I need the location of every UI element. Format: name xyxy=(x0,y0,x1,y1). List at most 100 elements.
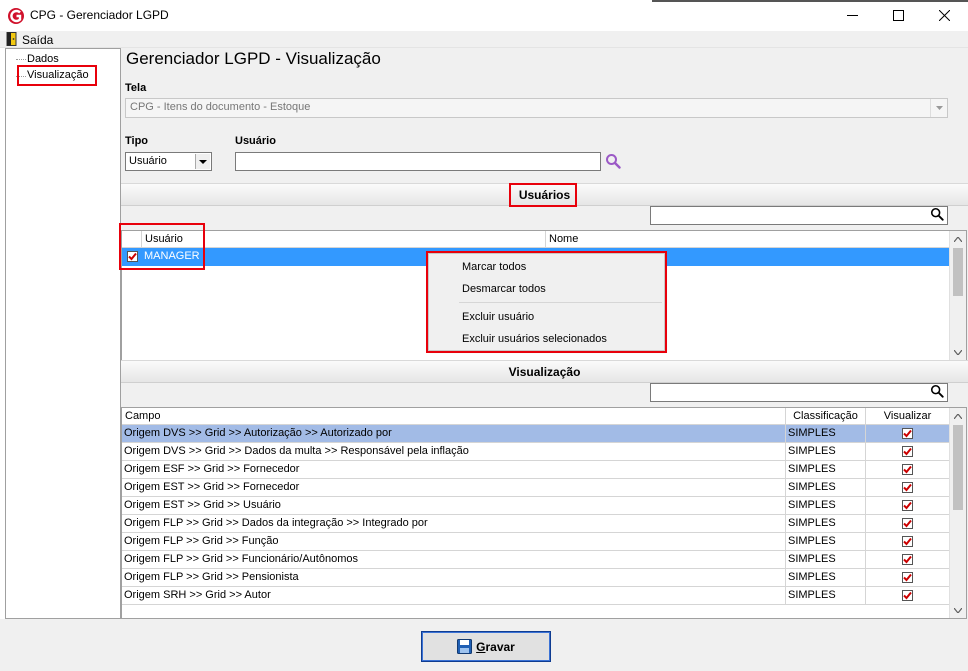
table-row[interactable]: Origem DVS >> Grid >> Autorização >> Aut… xyxy=(122,425,950,443)
row-checkbox[interactable] xyxy=(126,250,138,262)
visualizar-cell[interactable] xyxy=(866,569,950,587)
page-title: Gerenciador LGPD - Visualização xyxy=(126,49,381,68)
column-header-campo[interactable]: Campo xyxy=(122,408,786,425)
visualizar-cell[interactable] xyxy=(866,443,950,461)
table-row[interactable]: Origem FLP >> Grid >> Pensionista SIMPLES xyxy=(122,569,950,587)
column-header-classificacao[interactable]: Classificação xyxy=(786,408,866,425)
check-mark-icon xyxy=(903,519,912,528)
scroll-up-icon[interactable] xyxy=(950,408,966,424)
campo-cell: Origem EST >> Grid >> Usuário xyxy=(122,497,786,515)
minimize-icon xyxy=(846,15,858,16)
search-icon[interactable] xyxy=(930,207,944,221)
visualizar-cell[interactable] xyxy=(866,479,950,497)
scroll-down-icon[interactable] xyxy=(950,344,966,360)
usuarios-section-header: Usuários xyxy=(121,183,968,206)
check-mark-icon xyxy=(127,252,137,261)
tree-item-dados[interactable]: Dados xyxy=(27,53,59,65)
visualizar-checkbox[interactable] xyxy=(902,553,913,565)
campo-cell: Origem DVS >> Grid >> Dados da multa >> … xyxy=(122,443,786,461)
tree-item-visualizacao[interactable]: Visualização xyxy=(27,69,89,81)
scroll-down-icon[interactable] xyxy=(950,602,966,618)
table-row[interactable]: Origem FLP >> Grid >> Função SIMPLES xyxy=(122,533,950,551)
exit-menu-item[interactable]: Saída xyxy=(22,33,53,47)
menu-item-excluir-selecionados[interactable]: Excluir usuários selecionados xyxy=(462,333,607,345)
minimize-button[interactable] xyxy=(829,0,875,31)
tipo-select[interactable]: Usuário xyxy=(125,152,212,171)
visualizar-cell[interactable] xyxy=(866,497,950,515)
column-header-usuario[interactable]: Usuário xyxy=(142,231,546,248)
classificacao-cell: SIMPLES xyxy=(786,533,866,551)
visualizacao-scrollbar[interactable] xyxy=(949,408,966,618)
table-row[interactable]: Origem DVS >> Grid >> Dados da multa >> … xyxy=(122,443,950,461)
visualizar-checkbox[interactable] xyxy=(902,427,913,439)
column-header-nome[interactable]: Nome xyxy=(546,231,950,248)
usuarios-section-title: Usuários xyxy=(518,187,571,202)
table-row[interactable]: Origem EST >> Grid >> Fornecedor SIMPLES xyxy=(122,479,950,497)
menu-bar: Saída xyxy=(0,31,968,48)
tela-select[interactable]: CPG - Itens do documento - Estoque xyxy=(125,98,948,118)
check-mark-icon xyxy=(903,573,912,582)
scroll-up-icon[interactable] xyxy=(950,231,966,247)
table-row[interactable]: Origem ESF >> Grid >> Fornecedor SIMPLES xyxy=(122,461,950,479)
usuarios-filter-input[interactable] xyxy=(650,206,948,225)
visualizar-checkbox[interactable] xyxy=(902,535,913,547)
table-row[interactable]: Origem FLP >> Grid >> Funcionário/Autôno… xyxy=(122,551,950,569)
visualizar-cell[interactable] xyxy=(866,425,950,443)
tela-label: Tela xyxy=(125,82,147,94)
visualizar-checkbox[interactable] xyxy=(902,463,913,475)
visualizacao-filter-input[interactable] xyxy=(650,383,948,402)
maximize-icon xyxy=(892,10,904,21)
check-mark-icon xyxy=(903,483,912,492)
title-bar: CPG - Gerenciador LGPD xyxy=(0,0,968,31)
campo-cell: Origem DVS >> Grid >> Autorização >> Aut… xyxy=(122,425,786,443)
check-mark-icon xyxy=(903,465,912,474)
visualizar-cell[interactable] xyxy=(866,551,950,569)
search-icon[interactable] xyxy=(930,384,944,398)
table-row[interactable]: Origem FLP >> Grid >> Dados da integraçã… xyxy=(122,515,950,533)
tipo-label: Tipo xyxy=(125,135,149,147)
visualizar-cell[interactable] xyxy=(866,533,950,551)
usuario-input[interactable] xyxy=(235,152,601,171)
context-menu: Marcar todos Desmarcar todos Excluir usu… xyxy=(428,253,665,351)
dropdown-arrow-icon xyxy=(195,154,210,169)
classificacao-cell: SIMPLES xyxy=(786,461,866,479)
classificacao-cell: SIMPLES xyxy=(786,425,866,443)
classificacao-cell: SIMPLES xyxy=(786,551,866,569)
search-user-icon[interactable] xyxy=(605,153,621,169)
visualizar-checkbox[interactable] xyxy=(902,481,913,493)
column-header-checkbox xyxy=(122,231,142,248)
visualizar-cell[interactable] xyxy=(866,461,950,479)
menu-item-excluir-usuario[interactable]: Excluir usuário xyxy=(462,311,534,323)
check-mark-icon xyxy=(903,501,912,510)
table-row[interactable]: Origem EST >> Grid >> Usuário SIMPLES xyxy=(122,497,950,515)
table-row[interactable]: Origem SRH >> Grid >> Autor SIMPLES xyxy=(122,587,950,605)
visualizar-checkbox[interactable] xyxy=(902,499,913,511)
campo-cell: Origem FLP >> Grid >> Função xyxy=(122,533,786,551)
dropdown-arrow-icon xyxy=(930,99,947,117)
visualizar-cell[interactable] xyxy=(866,587,950,605)
app-logo-icon xyxy=(8,8,24,24)
tree-connector xyxy=(16,59,26,60)
maximize-button[interactable] xyxy=(875,0,921,31)
row-checkbox-cell[interactable] xyxy=(122,248,142,266)
visualizacao-section-header: Visualização xyxy=(121,360,968,383)
usuarios-scrollbar[interactable] xyxy=(949,231,966,360)
visualizacao-section-title: Visualização xyxy=(508,364,581,379)
tela-value: CPG - Itens do documento - Estoque xyxy=(130,101,311,113)
campo-cell: Origem FLP >> Grid >> Funcionário/Autôno… xyxy=(122,551,786,569)
exit-door-icon xyxy=(6,32,17,46)
classificacao-cell: SIMPLES xyxy=(786,479,866,497)
visualizar-checkbox[interactable] xyxy=(902,445,913,457)
scroll-thumb[interactable] xyxy=(953,248,963,296)
close-button[interactable] xyxy=(921,0,967,31)
scroll-thumb[interactable] xyxy=(953,425,963,510)
column-header-visualizar[interactable]: Visualizar xyxy=(866,408,950,425)
menu-item-marcar-todos[interactable]: Marcar todos xyxy=(462,261,526,273)
usuario-label: Usuário xyxy=(235,135,276,147)
visualizar-checkbox[interactable] xyxy=(902,517,913,529)
save-button[interactable]: Gravar xyxy=(421,631,551,662)
menu-item-desmarcar-todos[interactable]: Desmarcar todos xyxy=(462,283,546,295)
visualizar-cell[interactable] xyxy=(866,515,950,533)
visualizar-checkbox[interactable] xyxy=(902,571,913,583)
visualizar-checkbox[interactable] xyxy=(902,589,913,601)
